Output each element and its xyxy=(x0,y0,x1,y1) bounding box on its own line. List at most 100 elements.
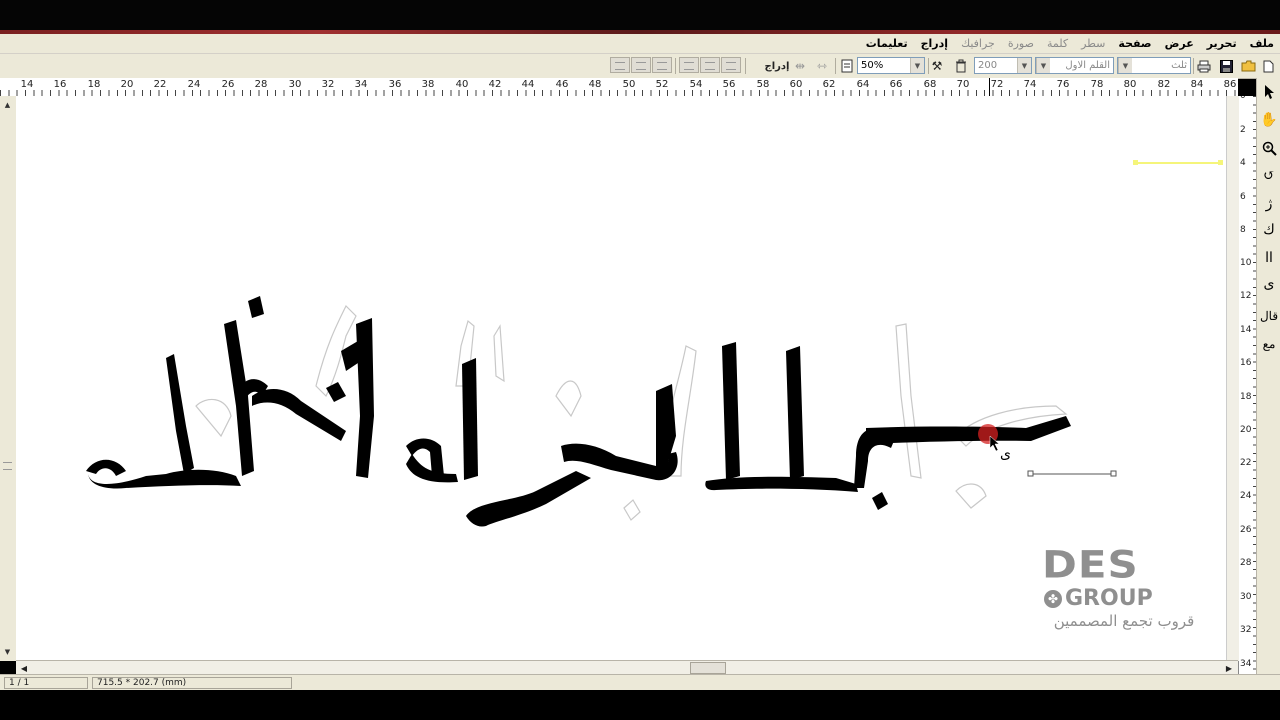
page-icon[interactable] xyxy=(837,57,857,75)
letter-tool-1-icon[interactable]: ﮊ xyxy=(1259,192,1279,216)
expand-h-icon[interactable]: ⇹ xyxy=(790,57,810,75)
ruler-label: 54 xyxy=(689,79,703,90)
ruler-label: 2 xyxy=(1240,125,1246,135)
ruler-label: 6 xyxy=(1240,192,1246,202)
rotate-icon[interactable]: ↺ xyxy=(1259,164,1279,188)
guide-handle xyxy=(1027,470,1034,477)
trash-icon[interactable] xyxy=(951,57,971,75)
ruler-label: 0 xyxy=(1240,96,1246,101)
ruler-label: 16 xyxy=(1240,358,1252,368)
align-left-button[interactable] xyxy=(610,57,630,73)
compress-h-icon[interactable]: ⇿ xyxy=(812,57,832,75)
menu-word[interactable]: كلمة xyxy=(1047,37,1068,50)
calligraphy-strokes xyxy=(86,296,1071,527)
ruler-label: 42 xyxy=(488,79,502,90)
tools-icon[interactable]: ⚒ xyxy=(927,57,947,75)
ruler-label: 22 xyxy=(1240,458,1252,468)
document-canvas[interactable]: ى DES ✤ GROUP قروب تجمع المصممين xyxy=(16,96,1226,661)
left-scroll-strip[interactable]: ▲ ▼ xyxy=(0,96,17,661)
ruler-label: 28 xyxy=(1240,558,1252,568)
cursor-glyph: ى xyxy=(1000,446,1011,462)
ruler-label: 38 xyxy=(421,79,435,90)
menu-page[interactable]: صفحة xyxy=(1118,37,1151,50)
menu-insert[interactable]: إدراج xyxy=(921,37,948,50)
ruler-label: 50 xyxy=(622,79,636,90)
ruler-label: 82 xyxy=(1157,79,1171,90)
size-select[interactable]: 200 ▼ xyxy=(974,57,1032,74)
zoom-icon[interactable] xyxy=(1259,136,1279,160)
screen-bottom xyxy=(0,690,1280,720)
print-icon[interactable] xyxy=(1194,57,1214,75)
justify-center-button[interactable] xyxy=(700,57,720,73)
menu-line[interactable]: سطر xyxy=(1081,37,1105,50)
toolbar-separator xyxy=(745,58,746,74)
letter-tool-5-icon[interactable]: قال xyxy=(1259,304,1279,328)
new-file-icon[interactable] xyxy=(1258,57,1278,75)
pen-select[interactable]: ▼ القلم الاول xyxy=(1035,57,1114,74)
ruler-label: 20 xyxy=(120,79,134,90)
ruler-label: 62 xyxy=(822,79,836,90)
ruler-label: 36 xyxy=(388,79,402,90)
open-folder-icon[interactable] xyxy=(1238,57,1258,75)
zoom-select[interactable]: 50% ▼ xyxy=(857,57,925,74)
menu-help[interactable]: تعليمات xyxy=(866,37,908,50)
des-group-logo: DES ✤ GROUP قروب تجمع المصممين xyxy=(1042,544,1206,632)
letter-tool-4-icon[interactable]: ﻯ xyxy=(1259,272,1279,296)
justify-left-button[interactable] xyxy=(679,57,699,73)
guide-handle xyxy=(1133,160,1138,165)
ruler-label: 74 xyxy=(1023,79,1037,90)
ruler-label: 14 xyxy=(20,79,34,90)
ruler-label: 84 xyxy=(1190,79,1204,90)
ruler-label: 4 xyxy=(1240,158,1246,168)
menu-file[interactable]: ملف xyxy=(1250,37,1274,50)
ruler-label: 8 xyxy=(1240,225,1246,235)
ruler-label: 30 xyxy=(1240,592,1252,602)
ruler-label: 86 xyxy=(1223,79,1237,90)
font-select[interactable]: ▼ ثلث xyxy=(1117,57,1191,74)
letter-tool-2-icon[interactable]: ﻙ xyxy=(1259,218,1279,242)
arrow-pointer-icon[interactable] xyxy=(1259,80,1279,104)
ruler-label: 70 xyxy=(956,79,970,90)
ruler-label: 16 xyxy=(53,79,67,90)
scroll-left-icon[interactable]: ◀ xyxy=(19,663,29,673)
ruler-label: 72 xyxy=(990,79,1004,90)
hand-icon[interactable]: ✋ xyxy=(1259,108,1279,132)
align-center-button[interactable] xyxy=(631,57,651,73)
logo-emblem-icon: ✤ xyxy=(1044,590,1062,608)
align-right-button[interactable] xyxy=(652,57,672,73)
insert-direction-button[interactable]: إدراج xyxy=(765,57,790,75)
logo-group-text: GROUP xyxy=(1065,586,1153,611)
save-icon[interactable] xyxy=(1216,57,1236,75)
scroll-right-icon[interactable]: ▶ xyxy=(1224,663,1234,673)
ruler-label: 48 xyxy=(588,79,602,90)
toolbar-separator xyxy=(675,58,676,74)
menu-view[interactable]: عرض xyxy=(1165,37,1194,50)
ghost-outline xyxy=(195,304,1068,521)
horizontal-scrollbar[interactable]: ◀ ▶ xyxy=(16,660,1238,675)
menu-edit[interactable]: تحرير xyxy=(1207,37,1237,50)
ruler-label: 56 xyxy=(722,79,736,90)
menu-image[interactable]: صورة xyxy=(1008,37,1034,50)
horizontal-ruler: 14 16 18 20 22 24 26 28 30 32 34 36 38 4… xyxy=(0,78,1238,97)
scroll-down-icon[interactable]: ▼ xyxy=(2,646,13,657)
title-bar xyxy=(0,0,1280,30)
ruler-label: 46 xyxy=(555,79,569,90)
ruler-label: 30 xyxy=(288,79,302,90)
scroll-up-icon[interactable]: ▲ xyxy=(2,99,13,110)
logo-group-row: ✤ GROUP xyxy=(1044,588,1153,610)
ruler-label: 12 xyxy=(1240,291,1252,301)
ruler-label: 32 xyxy=(1240,625,1252,635)
ruler-label: 58 xyxy=(756,79,770,90)
ruler-label: 34 xyxy=(1240,659,1252,669)
logo-des-text: DES xyxy=(1042,542,1139,587)
ruler-label: 18 xyxy=(87,79,101,90)
ruler-label: 34 xyxy=(354,79,368,90)
scrollbar-thumb[interactable] xyxy=(690,662,726,674)
justify-right-button[interactable] xyxy=(721,57,741,73)
letter-tool-3-icon[interactable]: ﺍﺍ xyxy=(1259,246,1279,270)
ruler-label: 18 xyxy=(1240,392,1252,402)
status-page: 1 / 1 xyxy=(4,677,88,689)
menu-graphics[interactable]: جرافيك xyxy=(961,37,995,50)
ruler-label: 66 xyxy=(889,79,903,90)
letter-tool-6-icon[interactable]: مع xyxy=(1259,332,1279,356)
